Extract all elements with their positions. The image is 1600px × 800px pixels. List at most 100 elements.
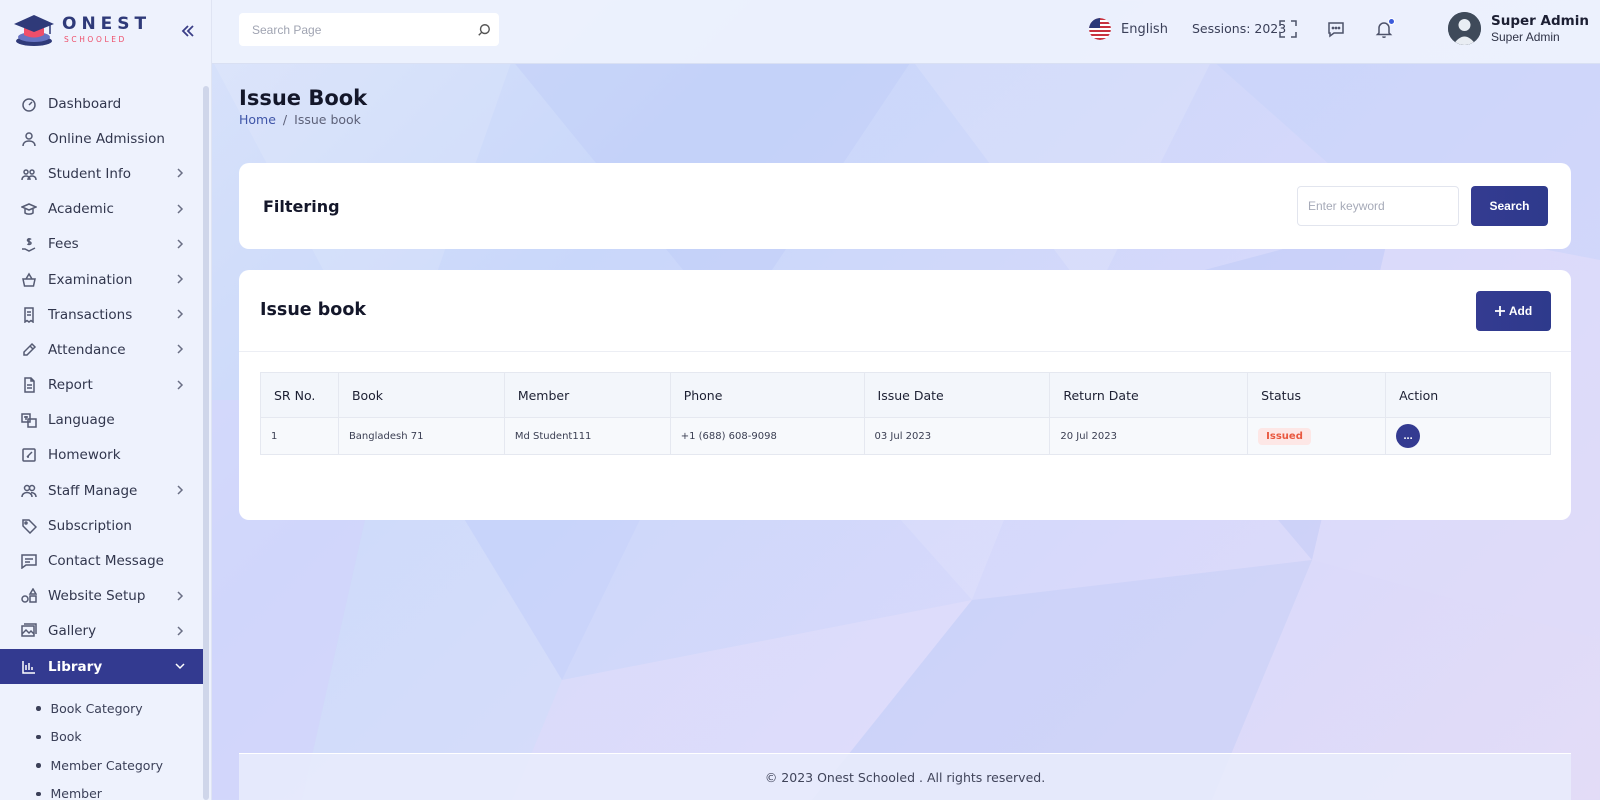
cell-return-date: 20 Jul 2023 [1049,417,1249,455]
cell-action: ... [1385,417,1551,455]
sidebar-item-transactions[interactable]: Transactions [0,297,203,332]
column-header-phone[interactable]: Phone [669,372,865,418]
column-header-sr[interactable]: SR No. [260,372,339,418]
sidebar-item-label: Online Admission [48,130,165,147]
sidebar-scrollbar[interactable] [203,86,209,800]
table-header-row: SR No. Book Member Phone Issue Date Retu… [260,372,1551,418]
cell-book: Bangladesh 71 [337,417,505,455]
tag-icon [20,517,38,535]
submenu-item-book[interactable]: Book [36,723,203,752]
chevron-right-icon [175,484,185,496]
sidebar-item-label: Homework [48,447,121,464]
sidebar-item-academic[interactable]: Academic [0,192,203,227]
sidebar-item-language[interactable]: Language [0,403,203,438]
sidebar-item-examination[interactable]: Examination [0,262,203,297]
issue-book-table: SR No. Book Member Phone Issue Date Retu… [260,372,1551,455]
sidebar-item-label: Report [48,377,93,394]
sidebar-item-staff-manage[interactable]: Staff Manage [0,473,203,508]
graduation-cap-icon [20,200,38,218]
library-submenu: Book Category Book Member Category Member [0,684,203,800]
sidebar-item-attendance[interactable]: Attendance [0,332,203,367]
sidebar-item-website-setup[interactable]: Website Setup [0,579,203,614]
status-badge: Issued [1258,427,1311,445]
sidebar-item-dashboard[interactable]: Dashboard [0,86,203,121]
sidebar-item-subscription[interactable]: Subscription [0,508,203,543]
logo[interactable]: ONEST SCHOOLED [12,12,151,48]
user-name: Super Admin [1491,12,1589,29]
sidebar-item-label: Contact Message [48,553,164,570]
notification-dot [1388,18,1395,25]
breadcrumb-current: Issue book [294,112,361,127]
language-selector[interactable]: English [1089,18,1168,40]
filter-card: Filtering Search [239,163,1571,249]
column-header-book[interactable]: Book [337,372,505,418]
sidebar-item-homework[interactable]: Homework [0,438,203,473]
brand-name: ONEST [62,14,152,35]
sidebar-item-student-info[interactable]: Student Info [0,156,203,191]
sidebar-item-label: Dashboard [48,95,122,112]
sidebar-item-gallery[interactable]: Gallery [0,614,203,649]
sidebar-item-library[interactable]: Library [0,649,203,685]
keyword-input[interactable] [1297,186,1459,226]
page-search-input[interactable] [239,13,469,46]
notification-bell-icon[interactable] [1374,18,1396,41]
users-icon [20,482,38,500]
gallery-icon [20,622,38,640]
chevron-right-icon [175,273,185,285]
filter-title: Filtering [263,197,340,216]
table-row: 1 Bangladesh 71 Md Student111 +1 (688) 6… [260,417,1551,455]
user-profile-menu[interactable]: Super Admin Super Admin [1448,12,1589,45]
sidebar-item-label: Fees [48,236,79,253]
submenu-item-book-category[interactable]: Book Category [36,694,203,723]
sidebar-menu: Dashboard Online Admission Student Info Aca… [0,86,203,800]
issue-book-card: Issue book Add SR No. Book Member Phone … [239,270,1571,520]
submenu-item-member-category[interactable]: Member Category [36,751,203,780]
language-label: English [1121,21,1168,37]
basket-icon [20,271,38,289]
chat-icon[interactable] [1326,19,1348,41]
column-header-issue-date[interactable]: Issue Date [863,372,1051,418]
sidebar-item-label: Library [48,658,103,675]
topbar: English Sessions: 2023 Super Admin Super… [212,0,1600,64]
sidebar-item-report[interactable]: Report [0,368,203,403]
column-header-status[interactable]: Status [1247,372,1387,418]
main-content: Issue Book Home / Issue book Filtering S… [212,64,1600,800]
page-search [239,13,499,46]
search-button[interactable]: Search [1471,186,1548,226]
fullscreen-icon[interactable] [1278,19,1300,41]
chevron-right-icon [175,308,185,320]
speedometer-icon [20,95,38,113]
chevron-right-icon [175,343,185,355]
column-header-member[interactable]: Member [503,372,671,418]
add-button[interactable]: Add [1476,291,1551,331]
double-chevron-left-icon [181,25,194,37]
receipt-icon [20,306,38,324]
submenu-item-member[interactable]: Member [36,780,203,800]
breadcrumb-home-link[interactable]: Home [239,112,276,127]
sidebar-item-label: Subscription [48,517,132,534]
cell-sr: 1 [260,417,339,455]
plus-icon [1494,306,1505,316]
sidebar-item-label: Staff Manage [48,482,138,499]
sidebar-item-contact-message[interactable]: Contact Message [0,543,203,578]
sidebar-item-label: Examination [48,271,133,288]
column-header-return-date[interactable]: Return Date [1049,372,1249,418]
chevron-down-icon [175,660,185,672]
chevron-right-icon [175,625,185,637]
sidebar: ONEST SCHOOLED Dashboard Online Admission… [0,0,212,800]
search-icon[interactable] [469,23,499,37]
sidebar-item-online-admission[interactable]: Online Admission [0,121,203,156]
sidebar-collapse-button[interactable] [181,21,199,41]
sidebar-item-label: Website Setup [48,588,146,605]
pen-icon [20,341,38,359]
translate-icon [20,411,38,429]
session-indicator[interactable]: Sessions: 2023 [1192,21,1286,36]
breadcrumb-separator: / [282,112,288,127]
cell-member: Md Student111 [503,417,671,455]
brand-tagline: SCHOOLED [64,35,127,45]
library-icon [20,658,38,676]
sidebar-item-label: Attendance [48,341,126,358]
row-actions-button[interactable]: ... [1396,424,1421,448]
cell-phone: +1 (688) 608-9098 [669,417,865,455]
sidebar-item-fees[interactable]: Fees [0,227,203,262]
